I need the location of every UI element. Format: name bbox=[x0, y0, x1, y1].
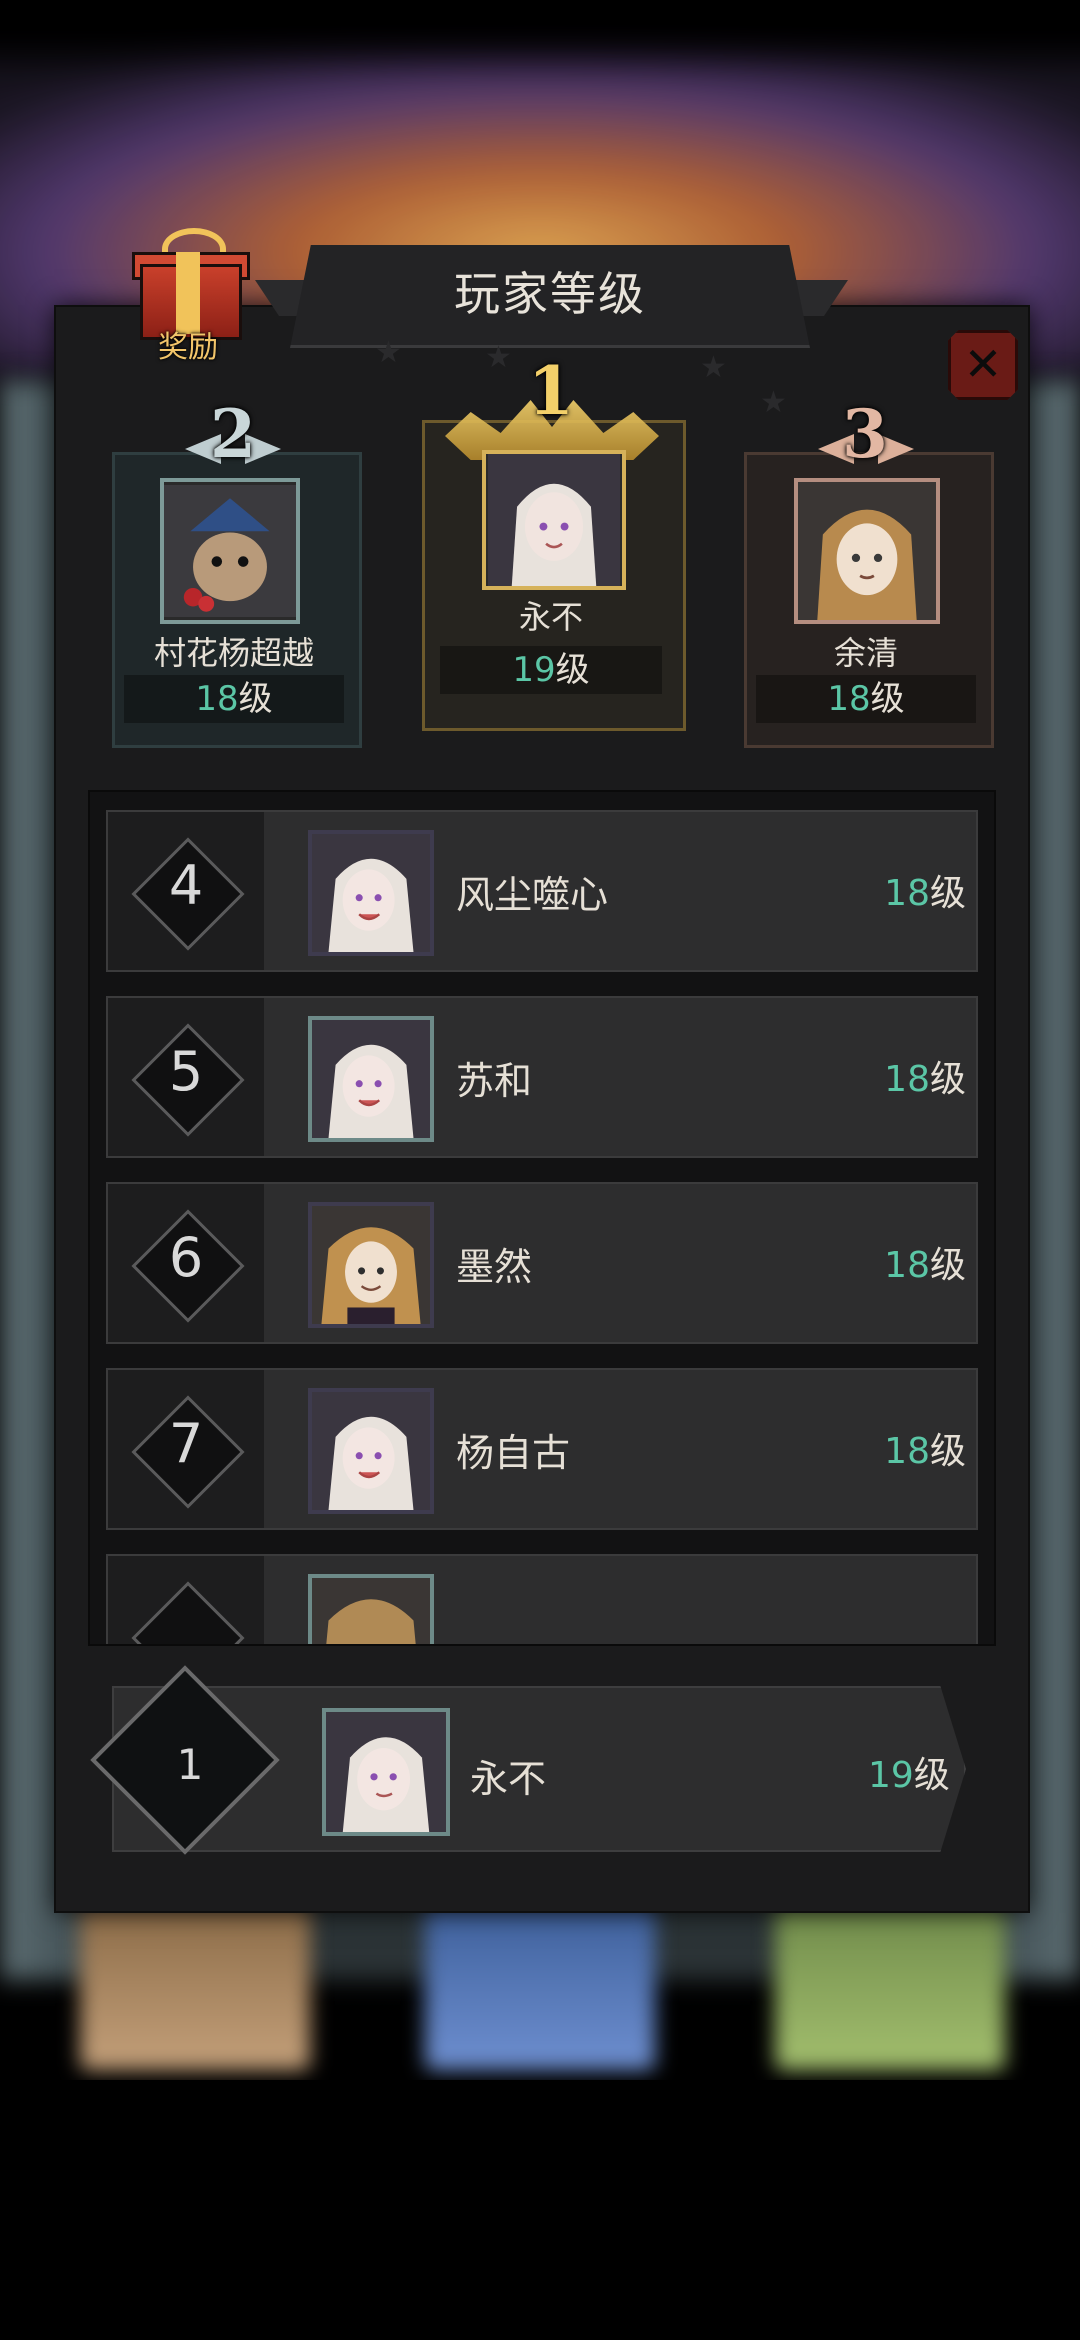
avatar bbox=[160, 478, 300, 624]
player-level: 18级 bbox=[884, 1245, 966, 1286]
list-item[interactable]: 7 杨自古 18级 bbox=[106, 1368, 978, 1530]
player-name: 墨然 bbox=[456, 1245, 533, 1289]
background-bottom bbox=[0, 2080, 1080, 2340]
player-name: 风尘噬心 bbox=[456, 873, 609, 917]
page-title: 玩家等级 bbox=[454, 267, 646, 321]
avatar bbox=[308, 1016, 434, 1142]
player-level: 18级 bbox=[884, 873, 966, 914]
player-level: 18级 bbox=[884, 1431, 966, 1472]
player-name: 苏和 bbox=[456, 1059, 533, 1103]
podium-name: 余清 bbox=[833, 634, 898, 672]
player-level: 18级 bbox=[884, 1059, 966, 1100]
list-item[interactable]: 4 风尘噬心 18级 bbox=[106, 810, 978, 972]
avatar bbox=[308, 1574, 434, 1644]
rank-number: 6 bbox=[168, 1226, 204, 1289]
reward-label: 奖励 bbox=[158, 330, 218, 365]
rank-number: 5 bbox=[168, 1040, 204, 1103]
list-item[interactable]: 5 苏和 18级 bbox=[106, 996, 978, 1158]
close-button[interactable]: ✕ bbox=[948, 330, 1018, 400]
reward-button[interactable]: 奖励 bbox=[118, 222, 258, 365]
avatar bbox=[308, 1388, 434, 1514]
avatar bbox=[794, 478, 940, 624]
background-card bbox=[775, 1900, 1005, 2070]
star-icon: ★ bbox=[700, 350, 727, 385]
avatar bbox=[308, 1202, 434, 1328]
my-name: 永不 bbox=[470, 1757, 547, 1801]
podium-name: 永不 bbox=[518, 598, 583, 636]
podium-rank-number: 2 bbox=[210, 395, 256, 473]
podium-rank-number: 3 bbox=[842, 395, 888, 473]
star-icon: ★ bbox=[375, 335, 402, 370]
my-avatar bbox=[322, 1708, 450, 1836]
star-icon: ★ bbox=[760, 385, 787, 420]
podium-name: 村花杨超越 bbox=[153, 634, 314, 672]
background-card bbox=[80, 1900, 310, 2070]
podium-level: 18级 bbox=[124, 675, 344, 723]
my-level: 19级 bbox=[868, 1755, 950, 1796]
background-card bbox=[425, 1900, 655, 2070]
my-rank-number: 1 bbox=[176, 1740, 204, 1789]
avatar bbox=[482, 450, 626, 590]
podium-level: 19级 bbox=[440, 646, 662, 694]
list-item[interactable]: 6 墨然 18级 bbox=[106, 1182, 978, 1344]
ranking-list[interactable]: 4 风尘噬心 18级 5 苏和 18级 6 墨然 18级 7 杨自古 18级 bbox=[88, 790, 996, 1646]
podium-level: 18级 bbox=[756, 675, 976, 723]
avatar bbox=[308, 830, 434, 956]
list-item[interactable] bbox=[106, 1554, 978, 1644]
rank-number: 7 bbox=[168, 1412, 204, 1475]
rank-diamond-icon bbox=[131, 1581, 245, 1644]
close-icon: ✕ bbox=[963, 337, 1003, 391]
player-name: 杨自古 bbox=[456, 1431, 571, 1475]
podium-rank-number: 1 bbox=[528, 352, 574, 430]
rank-number: 4 bbox=[168, 854, 204, 917]
